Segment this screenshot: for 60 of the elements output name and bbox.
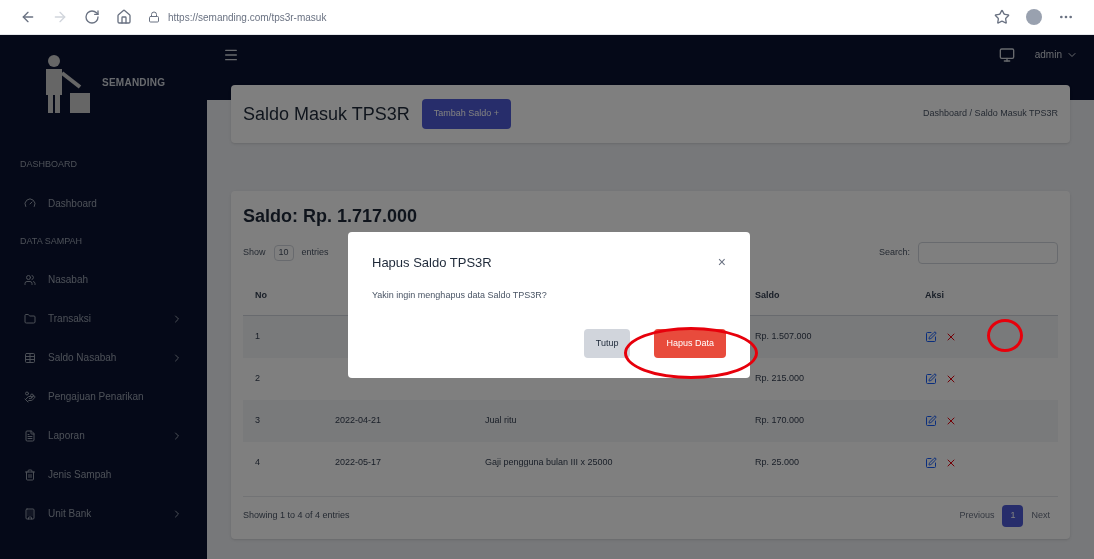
pagination-button[interactable]: Next — [1023, 505, 1058, 527]
back-icon[interactable] — [20, 9, 36, 25]
edit-icon[interactable] — [925, 331, 937, 343]
sidebar-item[interactable]: Laporan — [0, 416, 207, 455]
sidebar-item[interactable]: Unit Bank — [0, 494, 207, 533]
sidebar-item[interactable]: Pengajuan Penarikan — [0, 377, 207, 416]
table-cell: Rp. 25.000 — [755, 457, 800, 468]
sidebar-item[interactable]: Dashboard — [0, 183, 207, 223]
table-cell: Rp. 1.507.000 — [755, 331, 812, 342]
reload-icon[interactable] — [84, 9, 100, 25]
table-cell: 2022-04-21 — [335, 415, 382, 426]
modal-message: Yakin ingin menghapus data Saldo TPS3R? — [372, 289, 548, 302]
monitor-icon[interactable] — [998, 47, 1015, 63]
star-icon[interactable] — [994, 9, 1010, 25]
pagination-button[interactable]: Previous — [951, 505, 1003, 527]
show-label: Show — [243, 246, 266, 260]
cancel-button[interactable]: Tutup — [583, 328, 631, 358]
delete-icon[interactable] — [945, 373, 957, 385]
edit-icon[interactable] — [925, 415, 937, 427]
page-size-select[interactable]: 10 — [273, 245, 294, 261]
table-cell: Rp. 170.000 — [755, 415, 805, 426]
lock-icon — [148, 11, 160, 23]
table-cell: 1 — [255, 331, 260, 342]
delete-icon[interactable] — [945, 331, 957, 343]
brand-name: SEMANDING — [102, 76, 166, 90]
sidebar-item[interactable]: Transaksi — [0, 299, 207, 338]
table-cell: 3 — [255, 415, 260, 426]
edit-icon[interactable] — [925, 457, 937, 469]
table-cell: 2022-05-17 — [335, 457, 382, 468]
breadcrumb: Dashboard / Saldo Masuk TPS3R — [923, 107, 1058, 121]
delete-icon[interactable] — [945, 415, 957, 427]
edit-icon[interactable] — [925, 373, 937, 385]
close-button[interactable]: × — [717, 252, 726, 273]
sidebar-item[interactable]: Nasabah — [0, 260, 207, 299]
profile-avatar[interactable] — [1026, 9, 1042, 25]
add-button[interactable]: Tambah Saldo + — [421, 99, 512, 129]
sidebar-item[interactable]: Jenis Sampah — [0, 455, 207, 494]
column-header[interactable]: No — [243, 289, 279, 300]
pagination-button[interactable]: 1 — [1002, 505, 1024, 527]
entries-label: entries — [301, 246, 329, 260]
table-cell: Gaji pengguna bulan III x 25000 — [485, 457, 613, 468]
table-cell: 4 — [255, 457, 260, 468]
table-info: Showing 1 to 4 of 4 entries — [243, 509, 351, 522]
highlight-circle — [987, 319, 1023, 352]
address-bar[interactable]: https://semanding.com/tps3r-masuk — [148, 9, 978, 25]
modal-title: Hapus Saldo TPS3R — [372, 253, 493, 272]
page-title: Saldo Masuk TPS3R — [243, 102, 410, 126]
user-menu[interactable]: admin — [1034, 47, 1078, 62]
delete-icon[interactable] — [945, 457, 957, 469]
column-header[interactable]: Aksi — [913, 289, 956, 300]
table-cell: Jual ritu — [485, 415, 517, 426]
table-cell: 2 — [255, 373, 260, 384]
sidebar-heading: DASHBOARD — [19, 158, 78, 171]
search-label: Search: — [878, 246, 910, 260]
home-icon[interactable] — [116, 9, 132, 25]
delete-button[interactable]: Hapus Data — [654, 328, 726, 358]
table-cell: Rp. 215.000 — [755, 373, 805, 384]
sidebar-heading: DATA SAMPAH — [19, 234, 83, 248]
sidebar-item[interactable]: Saldo Nasabah — [0, 338, 207, 377]
balance-heading: Saldo: Rp. 1.717.000 — [243, 205, 419, 228]
